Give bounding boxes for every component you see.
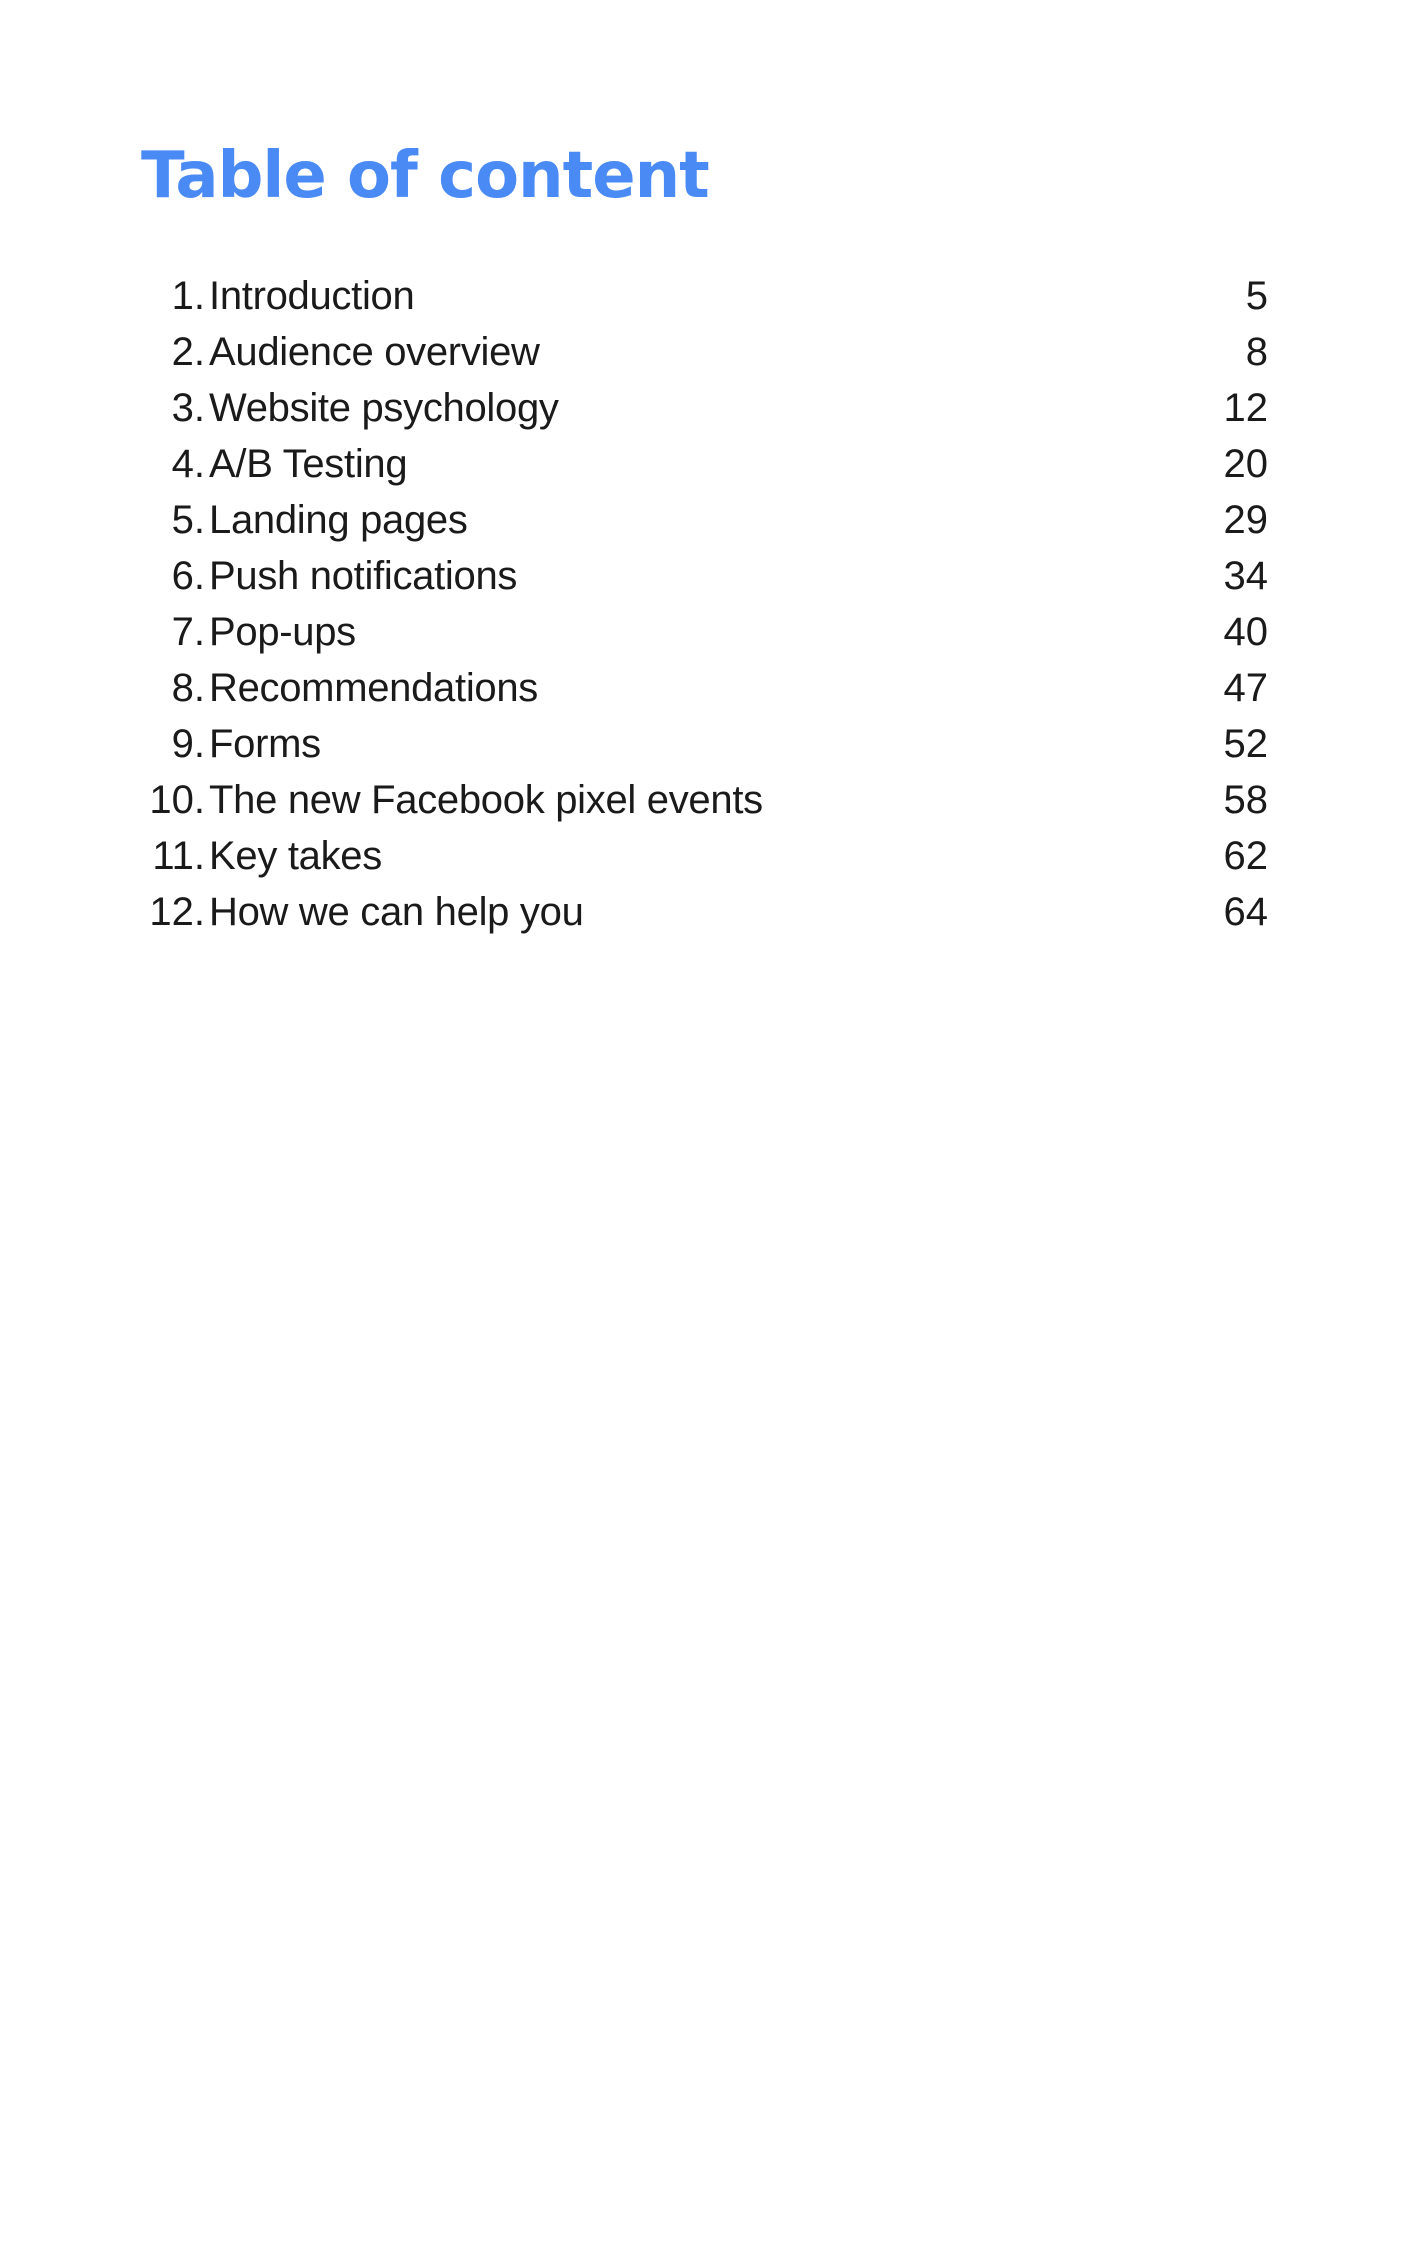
toc-entry[interactable]: 2. Audience overview 8	[0, 324, 1410, 380]
toc-entry-page: 29	[1223, 498, 1269, 542]
toc-entry[interactable]: 5. Landing pages 29	[0, 492, 1410, 548]
toc-entry-page: 62	[1223, 834, 1269, 878]
toc-entry-label[interactable]: Pop-ups	[209, 604, 356, 660]
toc-entry[interactable]: 11. Key takes 62	[0, 828, 1410, 884]
toc-entry[interactable]: 6. Push notifications 34	[0, 548, 1410, 604]
toc-entry-number: 12.	[149, 890, 205, 934]
toc-entry-page: 5	[1245, 274, 1268, 318]
toc-entry-label[interactable]: Introduction	[209, 268, 415, 324]
toc-entry-page: 34	[1223, 554, 1269, 598]
toc-entry-number: 3.	[171, 386, 205, 430]
toc-entry[interactable]: 7. Pop-ups 40	[0, 604, 1410, 660]
toc-entry-page: 40	[1223, 610, 1269, 654]
toc-entry-number: 7.	[171, 610, 205, 654]
toc-entry-number: 4.	[171, 442, 205, 486]
toc-entry-page: 8	[1245, 330, 1268, 374]
toc-entry[interactable]: 1. Introduction 5	[0, 268, 1410, 324]
toc-entry-page: 64	[1223, 890, 1269, 934]
toc-entry-page: 12	[1223, 386, 1269, 430]
toc-entry-number: 6.	[171, 554, 205, 598]
toc-entry[interactable]: 8. Recommendations 47	[0, 660, 1410, 716]
toc-entry-number: 5.	[171, 498, 205, 542]
toc-entry-number: 1.	[171, 274, 205, 318]
toc-entry-page: 52	[1223, 722, 1269, 766]
toc-entry[interactable]: 3. Website psychology 12	[0, 380, 1410, 436]
page-title: Table of content	[141, 139, 710, 213]
toc-entry-label[interactable]: Push notifications	[209, 548, 517, 604]
toc-entry-number: 9.	[171, 722, 205, 766]
toc-entry-label[interactable]: A/B Testing	[209, 436, 408, 492]
table-of-contents: 1. Introduction 5 2. Audience overview 8 3. W…	[0, 268, 1410, 940]
toc-entry[interactable]: 4. A/B Testing 20	[0, 436, 1410, 492]
toc-entry[interactable]: 12. How we can help you 64	[0, 884, 1410, 940]
toc-entry-label[interactable]: Key takes	[209, 828, 382, 884]
toc-entry-label[interactable]: The new Facebook pixel events	[209, 772, 763, 828]
toc-entry-page: 47	[1223, 666, 1269, 710]
toc-entry[interactable]: 10. The new Facebook pixel events 58	[0, 772, 1410, 828]
toc-entry-label[interactable]: How we can help you	[209, 884, 584, 940]
toc-entry-number: 10.	[149, 778, 205, 822]
toc-entry-page: 58	[1223, 778, 1269, 822]
toc-entry-number: 2.	[171, 330, 205, 374]
toc-entry-label[interactable]: Forms	[209, 716, 321, 772]
toc-entry-label[interactable]: Website psychology	[209, 380, 559, 436]
toc-entry-label[interactable]: Audience overview	[209, 324, 540, 380]
toc-entry-number: 11.	[152, 834, 205, 878]
toc-entry-label[interactable]: Landing pages	[209, 492, 468, 548]
toc-entry-number: 8.	[171, 666, 205, 710]
toc-entry-label[interactable]: Recommendations	[209, 660, 538, 716]
toc-entry[interactable]: 9. Forms 52	[0, 716, 1410, 772]
toc-entry-page: 20	[1223, 442, 1269, 486]
